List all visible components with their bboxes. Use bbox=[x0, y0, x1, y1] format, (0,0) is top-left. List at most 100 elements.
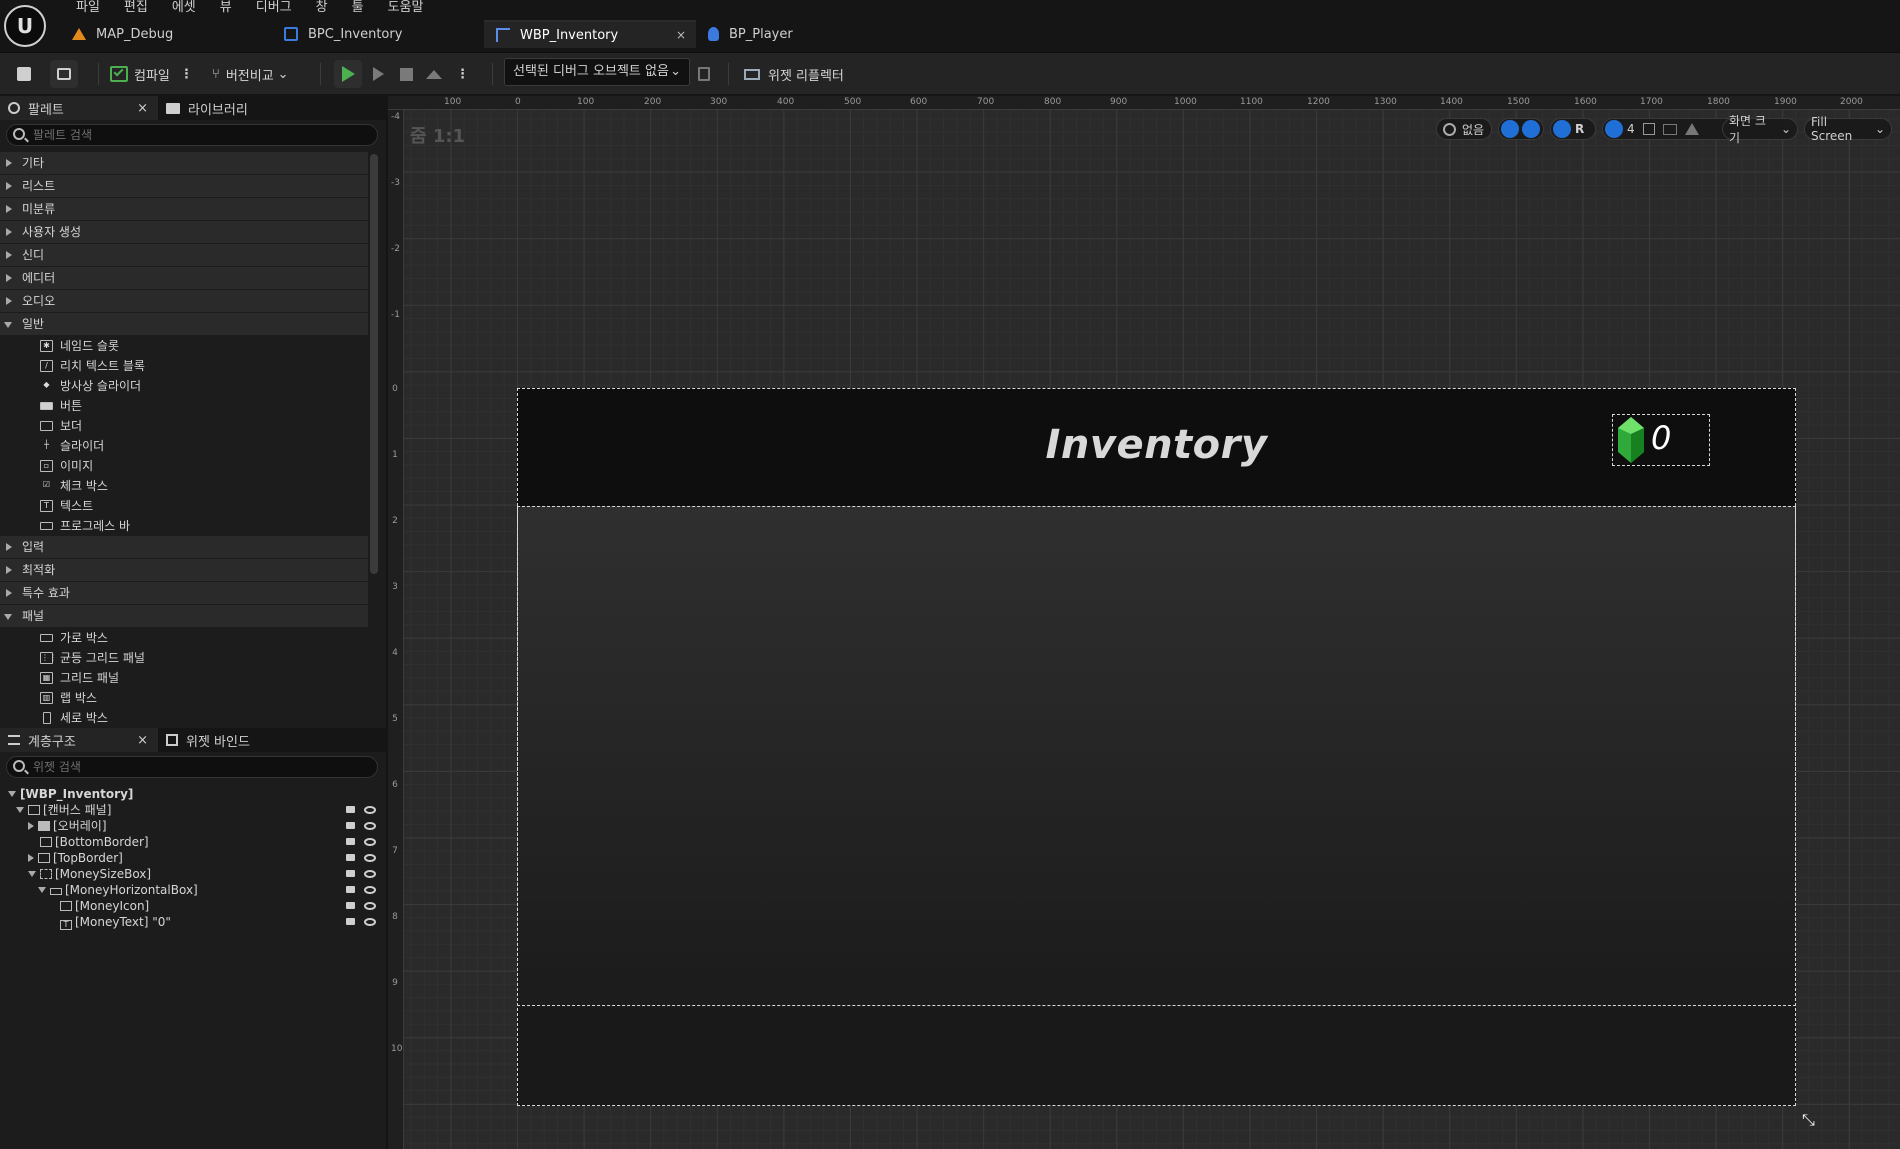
palette-scrollbar[interactable] bbox=[370, 154, 378, 574]
tree-node-money-horizontal-box[interactable]: [MoneyHorizontalBox] bbox=[38, 882, 198, 898]
stop-button[interactable] bbox=[392, 61, 420, 87]
palette-category-common[interactable]: 일반 bbox=[0, 313, 368, 335]
expand-arrow-icon bbox=[6, 566, 12, 574]
eye-icon[interactable] bbox=[364, 918, 376, 926]
tab-hierarchy[interactable]: 계층구조 × bbox=[0, 728, 158, 752]
menu-tools[interactable]: 툴 bbox=[340, 0, 376, 16]
tab-palette[interactable]: 팔레트 × bbox=[0, 96, 158, 120]
tree-node-bottom-border[interactable]: [BottomBorder] bbox=[40, 834, 149, 850]
tab-library[interactable]: 라이브러리 bbox=[166, 96, 316, 120]
menu-window[interactable]: 창 bbox=[304, 0, 340, 16]
named-slot-icon: ✱ bbox=[40, 340, 53, 352]
eye-icon[interactable] bbox=[364, 886, 376, 894]
grid-snap-group[interactable]: 4 bbox=[1602, 118, 1738, 140]
resize-handle-icon[interactable]: ⤡ bbox=[1802, 1110, 1822, 1130]
eye-icon[interactable] bbox=[364, 806, 376, 814]
palette-item-button[interactable]: 버튼 bbox=[40, 396, 82, 416]
tree-node-canvas-panel[interactable]: [캔버스 패널] bbox=[16, 802, 111, 818]
compile-button[interactable]: 컴파일 ⋮ bbox=[110, 61, 193, 87]
palette-category[interactable]: 사용자 생성 bbox=[0, 221, 368, 243]
designer-viewport[interactable]: 100 0 100 200 300 400 500 600 700 800 90… bbox=[388, 96, 1900, 1149]
palette-category[interactable]: 에디터 bbox=[0, 267, 368, 289]
play-options-button[interactable]: ⋮ bbox=[456, 61, 469, 87]
palette-item-text[interactable]: T 텍스트 bbox=[40, 496, 93, 516]
layout-mode-toggle[interactable]: R bbox=[1550, 118, 1596, 140]
lock-icon[interactable] bbox=[346, 822, 355, 829]
palette-item-rich-text[interactable]: / 리치 텍스트 블록 bbox=[40, 356, 145, 376]
eye-icon[interactable] bbox=[364, 838, 376, 846]
tree-node-money-icon[interactable]: [MoneyIcon] bbox=[60, 898, 149, 914]
palette-category[interactable]: 특수 효과 bbox=[0, 582, 368, 604]
tab-bpc-inventory[interactable]: BPC_Inventory bbox=[272, 20, 484, 48]
palette-category[interactable]: 최적화 bbox=[0, 559, 368, 581]
eye-icon[interactable] bbox=[364, 870, 376, 878]
palette-item-horizontal-box[interactable]: 가로 박스 bbox=[40, 628, 108, 648]
tree-node-overlay[interactable]: [오버레이] bbox=[28, 818, 107, 834]
palette-category[interactable]: 리스트 bbox=[0, 175, 368, 197]
lock-icon[interactable] bbox=[346, 854, 355, 861]
play-button[interactable] bbox=[334, 60, 362, 88]
eye-icon[interactable] bbox=[364, 854, 376, 862]
lock-icon[interactable] bbox=[346, 870, 355, 877]
palette-item-uniform-grid[interactable]: ⋮⋮ 균등 그리드 패널 bbox=[40, 648, 145, 668]
widget-canvas[interactable]: Inventory 0 bbox=[517, 388, 1796, 1106]
respect-locks-toggle[interactable] bbox=[1498, 118, 1544, 140]
palette-category[interactable]: 입력 bbox=[0, 536, 368, 558]
diff-button[interactable]: ⑂ 버전비교 ⌄ bbox=[212, 61, 289, 87]
palette-category[interactable]: 오디오 bbox=[0, 290, 368, 312]
menu-asset[interactable]: 에셋 bbox=[160, 0, 208, 16]
localization-preview-button[interactable]: 없음 bbox=[1436, 118, 1492, 140]
palette-category[interactable]: 기타 bbox=[0, 152, 368, 174]
menu-view[interactable]: 뷰 bbox=[208, 0, 244, 16]
palette-item-border[interactable]: 보더 bbox=[40, 416, 82, 436]
step-button[interactable] bbox=[364, 61, 392, 87]
widget-reflector-button[interactable]: 위젯 리플렉터 bbox=[744, 61, 844, 87]
menu-help[interactable]: 도움말 bbox=[376, 0, 436, 16]
screen-size-dropdown[interactable]: 화면 크기 ⌄ bbox=[1722, 114, 1798, 145]
tree-node-money-size-box[interactable]: [MoneySizeBox] bbox=[28, 866, 151, 882]
palette-item-image[interactable]: ▫ 이미지 bbox=[40, 456, 93, 476]
palette-category[interactable]: 신디 bbox=[0, 244, 368, 266]
tree-node-money-text[interactable]: T [MoneyText] "0" bbox=[60, 914, 171, 930]
menu-debug[interactable]: 디버그 bbox=[244, 0, 304, 16]
more-options-icon[interactable]: ⋮ bbox=[180, 67, 193, 82]
fill-screen-dropdown[interactable]: Fill Screen ⌄ bbox=[1804, 115, 1892, 143]
menu-edit[interactable]: 편집 bbox=[112, 0, 160, 16]
palette-item-checkbox[interactable]: ☑ 체크 박스 bbox=[40, 476, 108, 496]
tree-node-top-border[interactable]: [TopBorder] bbox=[28, 850, 123, 866]
tab-map-debug[interactable]: MAP_Debug bbox=[60, 20, 272, 48]
tree-node-root[interactable]: [WBP_Inventory] bbox=[8, 786, 133, 802]
palette-item-radial-slider[interactable]: ◆ 방사상 슬라이더 bbox=[40, 376, 141, 396]
eye-icon[interactable] bbox=[364, 822, 376, 830]
bind-widgets-icon bbox=[166, 734, 178, 746]
palette-category[interactable]: 미분류 bbox=[0, 198, 368, 220]
eye-icon[interactable] bbox=[364, 902, 376, 910]
palette-item-wrap-box[interactable]: ▥ 랩 박스 bbox=[40, 688, 97, 708]
lock-icon[interactable] bbox=[346, 918, 355, 925]
unreal-logo-icon[interactable]: U bbox=[4, 5, 46, 47]
menu-file[interactable]: 파일 bbox=[64, 0, 112, 16]
eject-button[interactable] bbox=[420, 61, 448, 87]
palette-search-input[interactable]: 팔레트 검색 bbox=[6, 124, 378, 146]
find-in-browser-button[interactable] bbox=[698, 61, 710, 87]
palette-item-grid-panel[interactable]: ▦ 그리드 패널 bbox=[40, 668, 119, 688]
lock-icon[interactable] bbox=[346, 886, 355, 893]
tab-bp-player[interactable]: BP_Player bbox=[696, 20, 876, 48]
browse-button[interactable] bbox=[50, 60, 78, 88]
hierarchy-search-input[interactable]: 위젯 검색 bbox=[6, 756, 378, 778]
close-icon[interactable]: × bbox=[676, 28, 686, 42]
lock-icon[interactable] bbox=[346, 838, 355, 845]
tab-bind-widgets[interactable]: 위젯 바인드 bbox=[166, 728, 316, 752]
lock-icon[interactable] bbox=[346, 806, 355, 813]
debug-object-select[interactable]: 선택된 디버그 오브젝트 없음 ⌄ bbox=[504, 58, 690, 86]
save-button[interactable] bbox=[10, 61, 38, 87]
palette-item-slider[interactable]: ┼ 슬라이더 bbox=[40, 436, 104, 456]
palette-item-vertical-box[interactable]: 세로 박스 bbox=[40, 708, 108, 728]
palette-category-panel[interactable]: 패널 bbox=[0, 605, 368, 627]
lock-icon[interactable] bbox=[346, 902, 355, 909]
close-icon[interactable]: × bbox=[137, 733, 148, 748]
close-icon[interactable]: × bbox=[137, 101, 148, 116]
palette-item-named-slot[interactable]: ✱ 네임드 슬롯 bbox=[40, 336, 119, 356]
tab-wbp-inventory[interactable]: WBP_Inventory × bbox=[484, 20, 696, 48]
palette-item-progress-bar[interactable]: 프로그레스 바 bbox=[40, 516, 130, 536]
